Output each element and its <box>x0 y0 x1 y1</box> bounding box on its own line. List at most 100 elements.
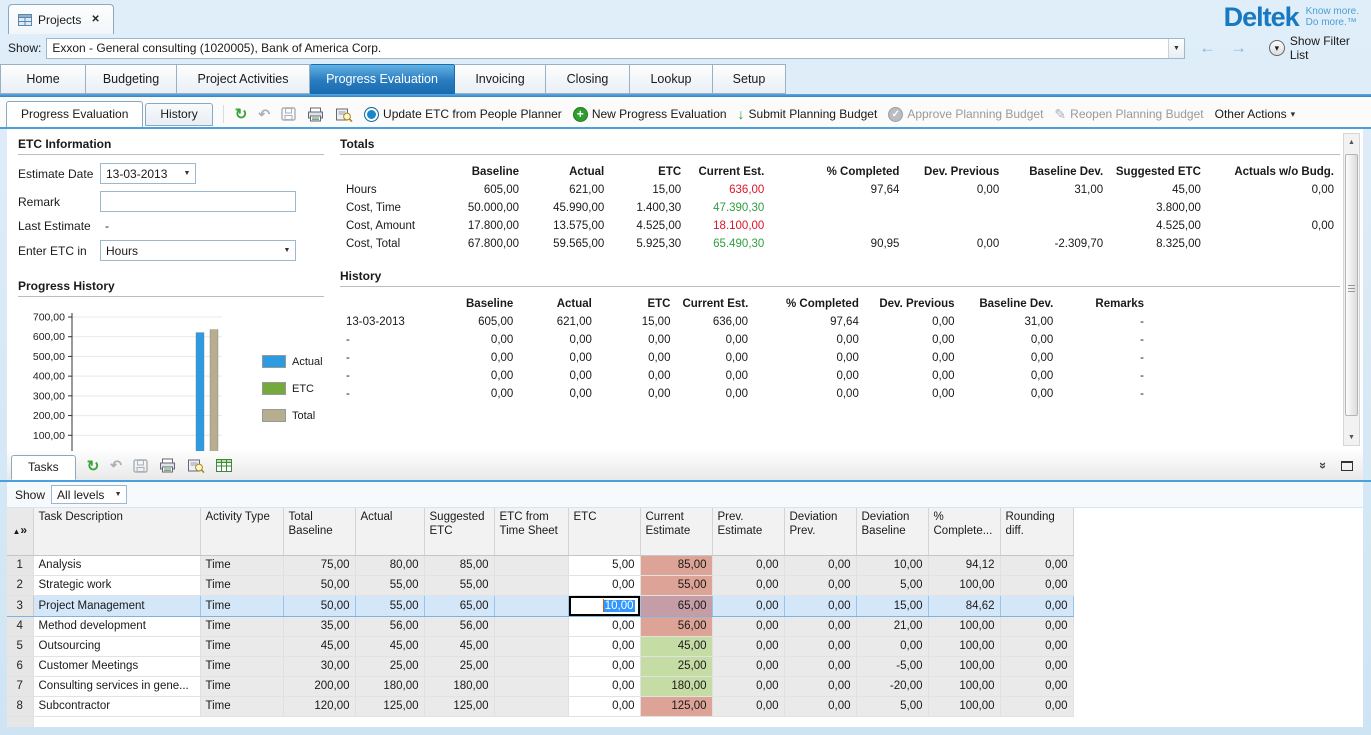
reopen-planning-budget-button[interactable]: ✎ Reopen Planning Budget <box>1054 106 1203 123</box>
grid-cell[interactable]: 0,00 <box>1000 696 1073 716</box>
grid-cell[interactable]: Time <box>200 676 283 696</box>
grid-cell[interactable]: 0,00 <box>1000 656 1073 676</box>
save-button[interactable] <box>281 107 296 121</box>
grid-cell[interactable]: 56,00 <box>355 616 424 636</box>
subtab-progress-evaluation[interactable]: Progress Evaluation <box>6 101 143 128</box>
undo-button[interactable]: ↶ <box>258 106 270 123</box>
tasks-undo-button[interactable]: ↶ <box>110 457 122 474</box>
grid-cell[interactable]: 0,00 <box>784 555 856 575</box>
tab-lookup[interactable]: Lookup <box>630 64 713 94</box>
grid-cell[interactable] <box>494 595 568 616</box>
grid-cell[interactable]: 0,00 <box>784 676 856 696</box>
grid-cell[interactable] <box>494 616 568 636</box>
grid-cell[interactable]: 0,00 <box>568 575 640 595</box>
row-number-cell[interactable]: 5 <box>7 636 33 656</box>
task-row[interactable]: 4Method developmentTime35,0056,0056,000,… <box>7 616 1073 636</box>
grid-cell[interactable]: 0,00 <box>784 636 856 656</box>
task-description-cell[interactable]: Customer Meetings <box>33 656 200 676</box>
grid-cell[interactable]: 0,00 <box>1000 636 1073 656</box>
tasks-grid-view-button[interactable] <box>216 459 232 472</box>
scrollbar-thumb[interactable] <box>1345 154 1358 416</box>
grid-cell[interactable] <box>494 656 568 676</box>
grid-cell[interactable]: 5,00 <box>568 555 640 575</box>
grid-cell[interactable]: 0,00 <box>712 696 784 716</box>
tab-closing[interactable]: Closing <box>546 64 630 94</box>
task-description-cell[interactable]: Project Management <box>33 595 200 616</box>
remark-input[interactable] <box>100 191 296 212</box>
grid-cell[interactable]: 30,00 <box>283 656 355 676</box>
grid-cell[interactable]: 0,00 <box>712 616 784 636</box>
task-description-cell[interactable]: Strategic work <box>33 575 200 595</box>
estimate-date-combobox[interactable]: 13-03-2013 ▼ <box>100 163 196 184</box>
grid-cell[interactable]: 65,00 <box>640 595 712 616</box>
grid-cell[interactable]: 85,00 <box>640 555 712 575</box>
grid-cell[interactable]: 45,00 <box>283 636 355 656</box>
grid-cell[interactable]: 125,00 <box>640 696 712 716</box>
grid-cell[interactable]: 0,00 <box>712 555 784 575</box>
tab-project-activities[interactable]: Project Activities <box>177 64 310 94</box>
submit-planning-budget-button[interactable]: ↓ Submit Planning Budget <box>738 106 878 122</box>
grid-cell[interactable]: 0,00 <box>712 595 784 616</box>
grid-cell[interactable]: 100,00 <box>928 636 1000 656</box>
grid-cell[interactable]: 0,00 <box>712 575 784 595</box>
grid-cell[interactable]: 0,00 <box>712 656 784 676</box>
grid-column-header[interactable]: Rounding diff. <box>1000 508 1073 555</box>
grid-cell[interactable]: 180,00 <box>355 676 424 696</box>
grid-cell[interactable]: Time <box>200 616 283 636</box>
row-number-cell[interactable]: 6 <box>7 656 33 676</box>
tasks-refresh-button[interactable]: ↻ <box>87 457 100 475</box>
grid-cell[interactable]: 55,00 <box>640 575 712 595</box>
grid-cell[interactable]: 15,00 <box>856 595 928 616</box>
maximize-panel-icon[interactable] <box>1341 461 1353 471</box>
grid-cell[interactable]: 0,00 <box>1000 555 1073 575</box>
combo-dropdown-icon[interactable]: ▼ <box>279 241 295 260</box>
row-number-cell[interactable] <box>7 716 33 727</box>
task-description-cell[interactable]: Analysis <box>33 555 200 575</box>
row-number-cell[interactable]: 7 <box>7 676 33 696</box>
grid-cell[interactable]: 65,00 <box>424 595 494 616</box>
grid-cell[interactable]: 50,00 <box>283 575 355 595</box>
grid-cell[interactable]: 85,00 <box>424 555 494 575</box>
task-row[interactable]: 5OutsourcingTime45,0045,0045,000,0045,00… <box>7 636 1073 656</box>
task-row[interactable]: 6Customer MeetingsTime30,0025,0025,000,0… <box>7 656 1073 676</box>
grid-cell[interactable]: 80,00 <box>355 555 424 575</box>
task-row[interactable]: 1AnalysisTime75,0080,0085,005,0085,000,0… <box>7 555 1073 575</box>
grid-column-header[interactable]: % Complete... <box>928 508 1000 555</box>
task-row[interactable]: 7Consulting services in gene...Time200,0… <box>7 676 1073 696</box>
grid-cell[interactable]: 100,00 <box>928 616 1000 636</box>
grid-cell[interactable]: 45,00 <box>640 636 712 656</box>
grid-cell[interactable]: 125,00 <box>424 696 494 716</box>
grid-cell[interactable]: 25,00 <box>355 656 424 676</box>
grid-cell[interactable]: 0,00 <box>712 676 784 696</box>
grid-cell[interactable]: 0,00 <box>784 595 856 616</box>
grid-cell[interactable] <box>494 696 568 716</box>
vertical-scrollbar[interactable]: ▲ ▼ <box>1343 133 1360 446</box>
row-number-cell[interactable]: 1 <box>7 555 33 575</box>
grid-cell[interactable]: Time <box>200 575 283 595</box>
combo-dropdown-icon[interactable]: ▼ <box>1168 39 1184 58</box>
grid-cell[interactable]: 0,00 <box>712 636 784 656</box>
task-row[interactable]: 8SubcontractorTime120,00125,00125,000,00… <box>7 696 1073 716</box>
grid-column-header[interactable]: Deviation Prev. <box>784 508 856 555</box>
grid-column-header[interactable]: Deviation Baseline <box>856 508 928 555</box>
grid-cell[interactable]: 100,00 <box>928 575 1000 595</box>
task-row[interactable]: 2Strategic workTime50,0055,0055,000,0055… <box>7 575 1073 595</box>
grid-cell[interactable]: 100,00 <box>928 696 1000 716</box>
grid-cell[interactable]: 0,00 <box>1000 616 1073 636</box>
grid-cell[interactable]: 10,00 <box>568 595 640 616</box>
tab-budgeting[interactable]: Budgeting <box>86 64 177 94</box>
grid-cell[interactable]: 0,00 <box>568 656 640 676</box>
task-description-cell[interactable]: Method development <box>33 616 200 636</box>
grid-cell[interactable]: 0,00 <box>568 636 640 656</box>
grid-cell[interactable] <box>494 555 568 575</box>
grid-cell[interactable]: 50,00 <box>283 595 355 616</box>
grid-column-header[interactable]: Activity Type <box>200 508 283 555</box>
grid-column-header[interactable]: ETC <box>568 508 640 555</box>
refresh-button[interactable]: ↻ <box>235 105 248 123</box>
tab-invoicing[interactable]: Invoicing <box>455 64 546 94</box>
grid-cell[interactable]: 25,00 <box>424 656 494 676</box>
chevron-down-circle-icon[interactable]: ▾ <box>1269 40 1285 56</box>
row-number-cell[interactable]: 3 <box>7 595 33 616</box>
grid-cell[interactable] <box>494 575 568 595</box>
subtab-tasks[interactable]: Tasks <box>11 455 76 480</box>
